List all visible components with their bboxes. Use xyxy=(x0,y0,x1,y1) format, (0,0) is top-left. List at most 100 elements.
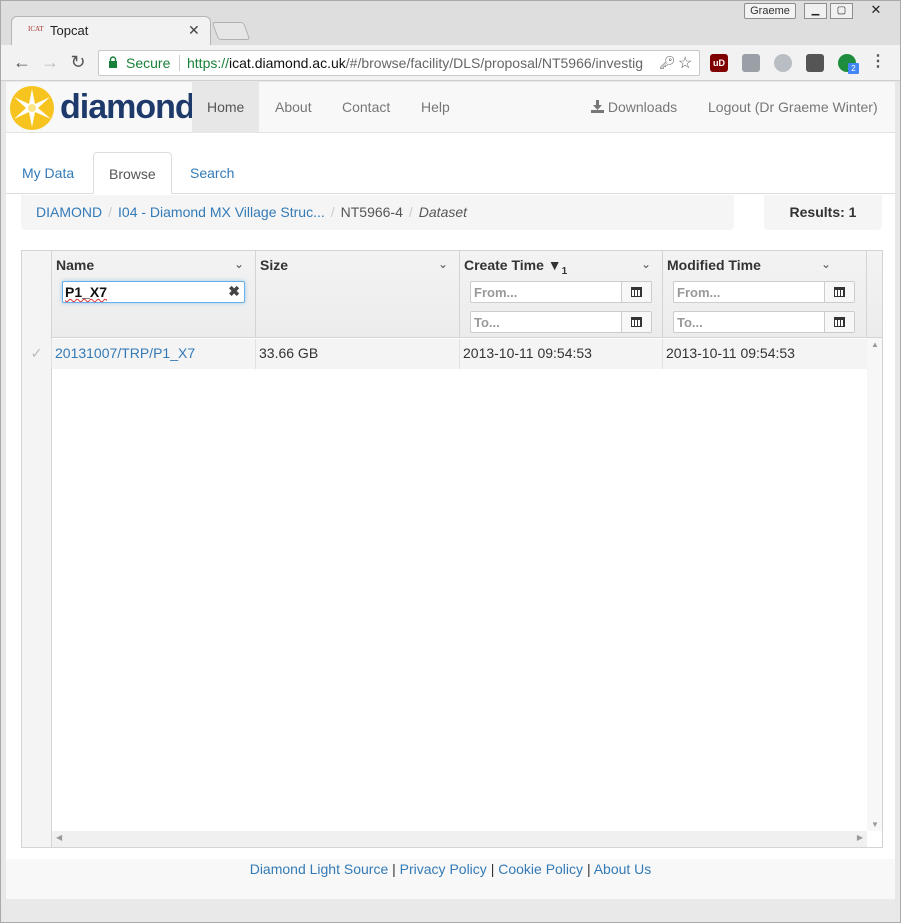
results-count: Results: 1 xyxy=(764,195,882,230)
breadcrumb-investigation: NT5966-4 xyxy=(340,204,403,220)
table-row[interactable]: ✓ 20131007/TRP/P1_X7 33.66 GB 2013-10-11… xyxy=(22,339,867,369)
scroll-right-arrow-icon[interactable]: ▶ xyxy=(857,833,863,842)
footer-about-us-link[interactable]: About Us xyxy=(594,861,652,877)
modified-to-calendar-button[interactable] xyxy=(824,312,854,332)
nav-contact[interactable]: Contact xyxy=(327,82,405,133)
calendar-icon xyxy=(631,317,642,327)
page-footer: Diamond Light Source | Privacy Policy | … xyxy=(6,859,895,899)
name-filter-input[interactable]: P1_X7 ✖ xyxy=(62,281,245,303)
breadcrumb-divider: / xyxy=(108,204,113,220)
tab-my-data[interactable]: My Data xyxy=(7,152,89,194)
reload-icon[interactable]: ↻ xyxy=(67,51,89,73)
footer-diamond-light-source-link[interactable]: Diamond Light Source xyxy=(250,861,389,877)
sort-descending-icon: ▼ xyxy=(547,257,562,273)
drive-extension-icon[interactable] xyxy=(774,54,792,72)
create-from-input[interactable]: From... xyxy=(470,281,652,303)
ublock-extension-icon[interactable]: uD xyxy=(710,54,728,72)
nav-help[interactable]: Help xyxy=(406,82,465,133)
extension-grid-icon[interactable] xyxy=(742,54,760,72)
breadcrumb-facility[interactable]: DIAMOND xyxy=(36,204,102,220)
row-name-cell[interactable]: 20131007/TRP/P1_X7 xyxy=(52,339,256,369)
modified-from-calendar-button[interactable] xyxy=(824,282,854,302)
omnibox-divider xyxy=(179,55,180,71)
nav-home[interactable]: Home xyxy=(192,82,260,133)
url-protocol: https:// xyxy=(187,55,230,71)
footer-separator: | xyxy=(392,861,396,877)
create-time-column-header: Create Time ▼1 ⌄ From... To... xyxy=(460,251,663,338)
name-column-title[interactable]: Name xyxy=(56,257,94,273)
footer-cookie-policy-link[interactable]: Cookie Policy xyxy=(498,861,583,877)
profile-badge[interactable]: Graeme xyxy=(744,3,796,19)
browse-tabs: My Data Browse Search xyxy=(6,152,895,194)
breadcrumb-divider: / xyxy=(330,204,335,220)
modified-to-input[interactable]: To... xyxy=(673,311,855,333)
clear-filter-icon[interactable]: ✖ xyxy=(228,283,240,300)
scroll-up-arrow-icon[interactable]: ▲ xyxy=(871,340,879,349)
url-text[interactable]: https://icat.diamond.ac.uk/#/browse/faci… xyxy=(187,55,652,71)
tab-browse[interactable]: Browse xyxy=(93,152,172,194)
new-tab-button[interactable] xyxy=(211,22,251,40)
dataset-link[interactable]: 20131007/TRP/P1_X7 xyxy=(55,345,195,361)
create-from-calendar-button[interactable] xyxy=(621,282,651,302)
secure-label: Secure xyxy=(126,55,171,71)
browser-toolbar: ← → ↻ Secure https://icat.diamond.ac.uk/… xyxy=(1,45,900,81)
breadcrumb-divider: / xyxy=(408,204,413,220)
nav-about[interactable]: About xyxy=(260,82,327,133)
name-filter-value: P1_X7 xyxy=(65,284,108,300)
url-host: icat.diamond.ac.uk xyxy=(229,55,346,71)
create-to-calendar-button[interactable] xyxy=(621,312,651,332)
create-time-menu-chevron-down-icon[interactable]: ⌄ xyxy=(641,257,651,271)
create-to-placeholder: To... xyxy=(474,315,500,330)
topcat-favicon-icon: ICAT xyxy=(28,25,44,33)
dataset-grid: Name ⌄ P1_X7 ✖ Size ⌄ Create Time ▼1 ⌄ F… xyxy=(21,250,883,848)
row-select-checkmark-icon[interactable]: ✓ xyxy=(22,339,52,369)
browser-menu-icon[interactable]: ⋮ xyxy=(867,51,889,73)
breadcrumb-current: Dataset xyxy=(418,204,468,220)
scroll-down-arrow-icon[interactable]: ▼ xyxy=(871,820,879,829)
download-icon xyxy=(591,100,604,113)
name-column-menu-chevron-down-icon[interactable]: ⌄ xyxy=(234,257,244,271)
size-column-title[interactable]: Size xyxy=(260,257,288,273)
diamond-sun-icon xyxy=(10,86,54,130)
title-bar: ICAT Topcat ✕ Graeme ▁ ▢ ✕ xyxy=(1,1,900,45)
close-window-icon[interactable]: ✕ xyxy=(856,3,896,19)
name-column-header: Name ⌄ P1_X7 ✖ xyxy=(52,251,256,338)
browser-window: ICAT Topcat ✕ Graeme ▁ ▢ ✕ ← → ↻ Secure … xyxy=(0,0,901,923)
mail-extension-icon[interactable] xyxy=(806,54,824,72)
browser-tab[interactable]: ICAT Topcat ✕ xyxy=(11,16,211,45)
row-modified-time-cell: 2013-10-11 09:54:53 xyxy=(666,345,795,361)
back-arrow-icon[interactable]: ← xyxy=(11,51,33,73)
scroll-left-arrow-icon[interactable]: ◀ xyxy=(56,833,62,842)
minimize-icon[interactable]: ▁ xyxy=(804,3,827,19)
select-all-header[interactable] xyxy=(22,251,52,338)
logout-link[interactable]: Logout (Dr Graeme Winter) xyxy=(708,82,878,133)
hangouts-extension-icon[interactable]: 2 xyxy=(838,54,859,74)
bottom-status-bar xyxy=(6,899,895,920)
forward-arrow-icon[interactable]: → xyxy=(39,51,61,73)
modified-from-input[interactable]: From... xyxy=(673,281,855,303)
create-time-label: Create Time xyxy=(464,257,544,273)
key-icon[interactable]: 🔑︎ xyxy=(659,55,676,71)
downloads-link[interactable]: Downloads xyxy=(591,82,677,133)
size-column-menu-chevron-down-icon[interactable]: ⌄ xyxy=(438,257,448,271)
breadcrumb-proposal[interactable]: I04 - Diamond MX Village Struc... xyxy=(118,204,325,220)
vertical-scrollbar[interactable]: ▲ ▼ xyxy=(867,338,882,831)
diamond-logo[interactable]: diamond xyxy=(9,83,196,131)
create-time-column-title[interactable]: Create Time ▼1 xyxy=(464,257,567,277)
modified-time-column-header: Modified Time ⌄ From... To... xyxy=(663,251,867,338)
footer-separator: | xyxy=(490,861,495,877)
bookmark-star-icon[interactable]: ☆ xyxy=(678,53,692,73)
modified-time-menu-chevron-down-icon[interactable]: ⌄ xyxy=(821,257,831,271)
tab-title: Topcat xyxy=(50,23,89,38)
brand-wordmark: diamond xyxy=(60,88,196,126)
create-to-input[interactable]: To... xyxy=(470,311,652,333)
maximize-icon[interactable]: ▢ xyxy=(830,3,853,19)
horizontal-scrollbar[interactable]: ◀ ▶ xyxy=(52,831,867,847)
tab-close-icon[interactable]: ✕ xyxy=(188,22,200,39)
modified-time-column-title[interactable]: Modified Time xyxy=(667,257,761,273)
address-bar[interactable]: Secure https://icat.diamond.ac.uk/#/brow… xyxy=(98,50,700,76)
size-column-header: Size ⌄ xyxy=(256,251,460,338)
lock-icon xyxy=(109,56,117,68)
tab-search[interactable]: Search xyxy=(175,152,249,194)
footer-privacy-policy-link[interactable]: Privacy Policy xyxy=(400,861,487,877)
